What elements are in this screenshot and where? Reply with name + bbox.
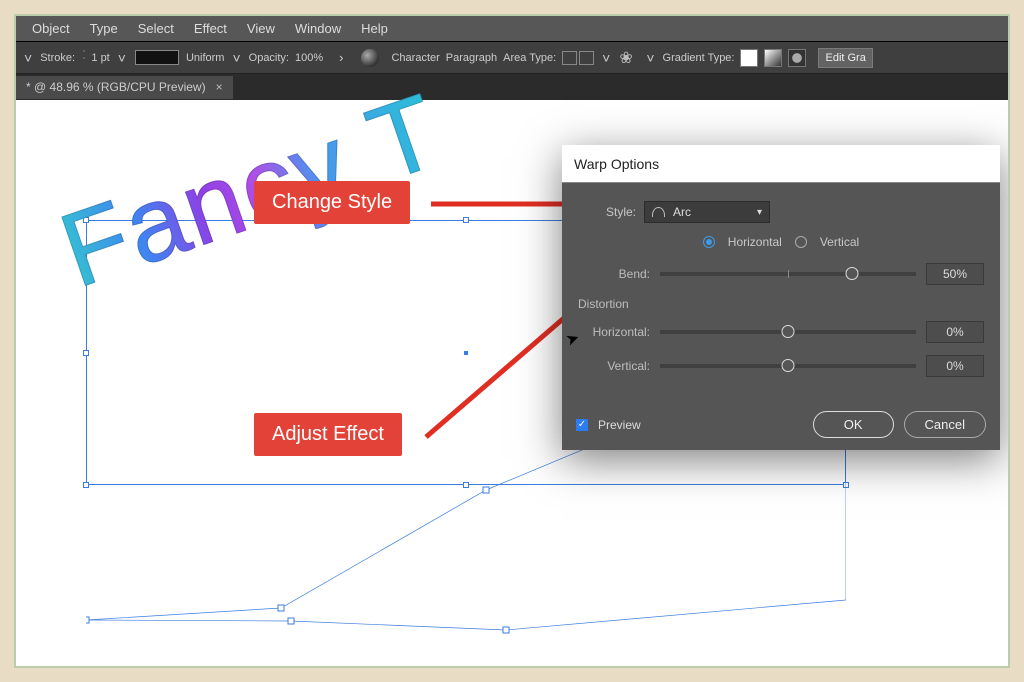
document-tab-label: * @ 48.96 % (RGB/CPU Preview): [26, 80, 206, 94]
warp-options-dialog: Warp Options Style: Arc ▾ Horizontal Ver…: [562, 145, 1000, 450]
handle-ml[interactable]: [83, 350, 89, 356]
bend-label: Bend:: [578, 267, 650, 281]
stroke-stepper-arrows[interactable]: ˆˇ: [83, 51, 85, 65]
style-value: Arc: [670, 205, 752, 219]
handle-br[interactable]: [843, 482, 849, 488]
menu-view[interactable]: View: [237, 21, 285, 36]
character-link[interactable]: Character: [391, 52, 439, 64]
dist-vertical-value[interactable]: 0%: [926, 355, 984, 377]
gradient-radial-icon[interactable]: [764, 49, 782, 67]
control-bar: ˅ Stroke: ˆˇ 1 pt ˅ Uniform ˅ Opacity: 1…: [16, 42, 1008, 74]
gradient-linear-icon[interactable]: [740, 49, 758, 67]
dist-horizontal-slider[interactable]: [660, 330, 916, 334]
chevron-right-icon[interactable]: ›: [329, 50, 345, 65]
dist-horizontal-thumb[interactable]: [782, 325, 795, 338]
transform-dropdown-icon[interactable]: ˅: [644, 50, 656, 66]
bend-thumb[interactable]: [846, 267, 859, 280]
align-icons[interactable]: [562, 51, 594, 65]
menu-window[interactable]: Window: [285, 21, 351, 36]
opacity-value[interactable]: 100%: [295, 52, 323, 64]
distortion-header: Distortion: [578, 297, 984, 311]
opacity-label: Opacity:: [249, 52, 289, 64]
recolor-icon[interactable]: [361, 49, 379, 67]
dialog-title: Warp Options: [562, 145, 1000, 183]
preview-checkbox[interactable]: ✓: [576, 419, 588, 431]
bend-value[interactable]: 50%: [926, 263, 984, 285]
arc-icon: [652, 207, 665, 217]
annotation-change-style: Change Style: [254, 181, 410, 224]
close-tab-icon[interactable]: ×: [216, 80, 223, 94]
canvas[interactable]: Fancy T Change Style Adjust Effect ➤ War…: [16, 100, 1008, 666]
dist-vertical-label: Vertical:: [578, 359, 650, 373]
areatype-label[interactable]: Area Type:: [503, 52, 556, 64]
chevron-down-icon: ▾: [757, 207, 762, 218]
menu-help[interactable]: Help: [351, 21, 398, 36]
gradient-type-label: Gradient Type:: [663, 52, 735, 64]
dist-horizontal-value[interactable]: 0%: [926, 321, 984, 343]
menu-effect[interactable]: Effect: [184, 21, 237, 36]
menu-type[interactable]: Type: [80, 21, 128, 36]
vertical-label: Vertical: [820, 235, 859, 249]
style-label: Style:: [606, 205, 636, 219]
dist-horizontal-label: Horizontal:: [578, 325, 650, 339]
document-tabs: * @ 48.96 % (RGB/CPU Preview) ×: [16, 74, 1008, 100]
edit-gradient-button[interactable]: Edit Gra: [818, 48, 872, 68]
align-dropdown-icon[interactable]: ˅: [600, 50, 612, 66]
stroke-profile-swatch[interactable]: [135, 50, 179, 65]
dist-vertical-slider[interactable]: [660, 364, 916, 368]
document-tab[interactable]: * @ 48.96 % (RGB/CPU Preview) ×: [16, 76, 233, 99]
stroke-label: Stroke:: [40, 52, 75, 64]
ok-button[interactable]: OK: [813, 411, 894, 438]
center-point[interactable]: [464, 351, 468, 355]
chevron-down-icon[interactable]: ˅: [22, 50, 34, 66]
stroke-dropdown-icon[interactable]: ˅: [116, 50, 128, 66]
handle-tm[interactable]: [463, 217, 469, 223]
bend-slider[interactable]: [660, 272, 916, 276]
profile-dropdown-icon[interactable]: ˅: [230, 50, 242, 66]
handle-bl[interactable]: [83, 482, 89, 488]
style-dropdown[interactable]: Arc ▾: [644, 201, 770, 223]
dist-vertical-thumb[interactable]: [782, 359, 795, 372]
menu-object[interactable]: Object: [22, 21, 80, 36]
stroke-profile-label: Uniform: [186, 52, 225, 64]
paragraph-link[interactable]: Paragraph: [446, 52, 497, 64]
handle-bm[interactable]: [463, 482, 469, 488]
stroke-value[interactable]: 1 pt: [91, 52, 109, 64]
transform-icon[interactable]: [618, 50, 638, 66]
vertical-radio[interactable]: [795, 236, 807, 248]
gradient-freeform-icon[interactable]: [788, 49, 806, 67]
menu-bar: Object Type Select Effect View Window He…: [16, 16, 1008, 42]
app-window: Object Type Select Effect View Window He…: [14, 14, 1010, 668]
cancel-button[interactable]: Cancel: [904, 411, 986, 438]
preview-label: Preview: [598, 418, 641, 432]
annotation-adjust-effect: Adjust Effect: [254, 413, 402, 456]
menu-select[interactable]: Select: [128, 21, 184, 36]
horizontal-radio[interactable]: [703, 236, 715, 248]
horizontal-label: Horizontal: [728, 235, 782, 249]
